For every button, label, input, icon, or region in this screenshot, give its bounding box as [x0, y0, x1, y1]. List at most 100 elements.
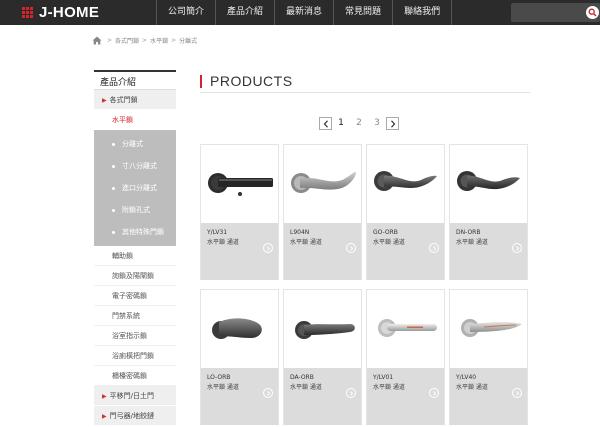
- top-bar: J-HOME 公司簡介 產品介紹 最新消息 常見問題 聯絡我們: [0, 0, 600, 25]
- sidebar-item[interactable]: 電子密碼鎖: [94, 286, 176, 306]
- arrow-right-icon[interactable]: [263, 243, 273, 253]
- page-number[interactable]: 1: [332, 118, 350, 128]
- product-image: [201, 145, 278, 222]
- breadcrumb-item[interactable]: 各式門鎖: [115, 36, 139, 45]
- nav-item-faq[interactable]: 常見問題: [333, 0, 392, 25]
- sidebar-title: 產品介紹: [94, 70, 176, 90]
- product-desc: 水平鎖 通道: [456, 239, 488, 246]
- product-model: LO-ORB: [207, 374, 231, 381]
- breadcrumb: > 各式門鎖 > 水平鎖 > 分離式: [92, 34, 197, 46]
- product-desc: 水平鎖 通道: [373, 239, 405, 246]
- caret-right-icon: ▶: [102, 393, 107, 400]
- arrow-right-icon[interactable]: [429, 388, 439, 398]
- search-input[interactable]: [511, 3, 583, 22]
- product-desc: 水平鎖 通道: [290, 239, 322, 246]
- sidebar-category[interactable]: ▶ 各式門鎖: [94, 90, 176, 110]
- chevron-left-icon: [323, 119, 328, 128]
- product-image: [450, 290, 527, 367]
- arrow-right-icon[interactable]: [346, 388, 356, 398]
- sidebar-leaf[interactable]: 附鎖孔式: [94, 199, 176, 221]
- next-page-button[interactable]: [386, 116, 399, 130]
- product-card[interactable]: GO-ORB 水平鎖 通道: [366, 144, 445, 280]
- product-image: [284, 290, 361, 367]
- sidebar-item[interactable]: 詢鎖及陽閘鎖: [94, 266, 176, 286]
- product-image: [201, 290, 278, 367]
- product-model: Y/LV01: [373, 374, 394, 381]
- logo-grid-icon: [22, 6, 34, 19]
- product-model: DN-ORB: [456, 229, 481, 236]
- product-model: DA-ORB: [290, 374, 314, 381]
- title-accent-bar: [200, 74, 202, 88]
- product-info: LO-ORB 水平鎖 通道: [201, 368, 278, 425]
- logo-text: J-HOME: [39, 4, 100, 21]
- section-title: PRODUCTS: [200, 73, 293, 89]
- sidebar-subgroup: 分離式 寸八分離式 進口分離式 附鎖孔式 其他特殊門鎖: [94, 130, 176, 246]
- sidebar-item[interactable]: 浴廁橫把門鎖: [94, 346, 176, 366]
- sidebar-leaf[interactable]: 分離式: [94, 133, 176, 155]
- product-info: L904N 水平鎖 通道: [284, 223, 361, 280]
- sidebar-leaf[interactable]: 寸八分離式: [94, 155, 176, 177]
- product-card[interactable]: Y/LV01 水平鎖 通道: [366, 289, 445, 425]
- arrow-right-icon[interactable]: [512, 243, 522, 253]
- product-model: L904N: [290, 229, 310, 236]
- sidebar: 產品介紹 ▶ 各式門鎖 水平鎖 分離式 寸八分離式 進口分離式 附鎖孔式 其他特殊…: [94, 70, 176, 426]
- sidebar-category[interactable]: ▶ 門弓器/地鉸鏈: [94, 406, 176, 426]
- nav-item-products[interactable]: 產品介紹: [215, 0, 274, 25]
- product-card[interactable]: Y/LV40 水平鎖 通道: [449, 289, 528, 425]
- product-desc: 水平鎖 通道: [207, 239, 239, 246]
- arrow-right-icon[interactable]: [346, 243, 356, 253]
- sidebar-item[interactable]: 輔助鎖: [94, 246, 176, 266]
- product-desc: 水平鎖 通道: [456, 384, 488, 391]
- sidebar-subitem-active[interactable]: 水平鎖: [94, 110, 176, 130]
- product-card[interactable]: DN-ORB 水平鎖 通道: [449, 144, 528, 280]
- search-button[interactable]: [586, 6, 599, 19]
- page-number[interactable]: 3: [368, 118, 386, 128]
- product-info: DA-ORB 水平鎖 通道: [284, 368, 361, 425]
- product-card[interactable]: DA-ORB 水平鎖 通道: [283, 289, 362, 425]
- product-desc: 水平鎖 通道: [373, 384, 405, 391]
- nav-item-about[interactable]: 公司簡介: [156, 0, 215, 25]
- product-info: Y/LV31 水平鎖 通道: [201, 223, 278, 280]
- pagination: 1 2 3: [319, 116, 399, 130]
- sidebar-leaf[interactable]: 其他特殊門鎖: [94, 221, 176, 243]
- breadcrumb-item[interactable]: 水平鎖: [150, 36, 168, 45]
- product-model: Y/LV31: [207, 229, 228, 236]
- search-box: [511, 3, 600, 22]
- nav-item-contact[interactable]: 聯絡我們: [392, 0, 453, 25]
- product-info: Y/LV40 水平鎖 通道: [450, 368, 527, 425]
- sidebar-item[interactable]: 櫃檯密碼鎖: [94, 366, 176, 386]
- divider: [200, 92, 530, 93]
- main-nav: 公司簡介 產品介紹 最新消息 常見問題 聯絡我們: [156, 0, 453, 25]
- product-image: [367, 145, 444, 222]
- page-title: PRODUCTS: [210, 73, 293, 89]
- breadcrumb-item[interactable]: 分離式: [179, 36, 197, 45]
- site-logo[interactable]: J-HOME: [22, 4, 99, 21]
- product-model: Y/LV40: [456, 374, 477, 381]
- product-card[interactable]: Y/LV31 水平鎖 通道: [200, 144, 279, 280]
- product-card[interactable]: L904N 水平鎖 通道: [283, 144, 362, 280]
- nav-item-news[interactable]: 最新消息: [274, 0, 333, 25]
- product-info: Y/LV01 水平鎖 通道: [367, 368, 444, 425]
- arrow-right-icon[interactable]: [429, 243, 439, 253]
- prev-page-button[interactable]: [319, 116, 332, 130]
- product-info: DN-ORB 水平鎖 通道: [450, 223, 527, 280]
- page-number[interactable]: 2: [350, 118, 368, 128]
- arrow-right-icon[interactable]: [512, 388, 522, 398]
- sidebar-leaf[interactable]: 進口分離式: [94, 177, 176, 199]
- product-image: [284, 145, 361, 222]
- chevron-right-icon: [391, 119, 396, 128]
- product-card[interactable]: LO-ORB 水平鎖 通道: [200, 289, 279, 425]
- caret-right-icon: ▶: [102, 413, 107, 420]
- product-image: [450, 145, 527, 222]
- product-info: GO-ORB 水平鎖 通道: [367, 223, 444, 280]
- product-desc: 水平鎖 通道: [290, 384, 322, 391]
- home-icon[interactable]: [92, 36, 102, 45]
- caret-right-icon: ▶: [102, 97, 107, 104]
- arrow-right-icon[interactable]: [263, 388, 273, 398]
- sidebar-item[interactable]: 浴室指示鎖: [94, 326, 176, 346]
- search-icon: [588, 8, 597, 17]
- product-image: [367, 290, 444, 367]
- product-desc: 水平鎖 通道: [207, 384, 239, 391]
- sidebar-item[interactable]: 門禁系統: [94, 306, 176, 326]
- sidebar-category[interactable]: ▶ 平移門/日土門: [94, 386, 176, 406]
